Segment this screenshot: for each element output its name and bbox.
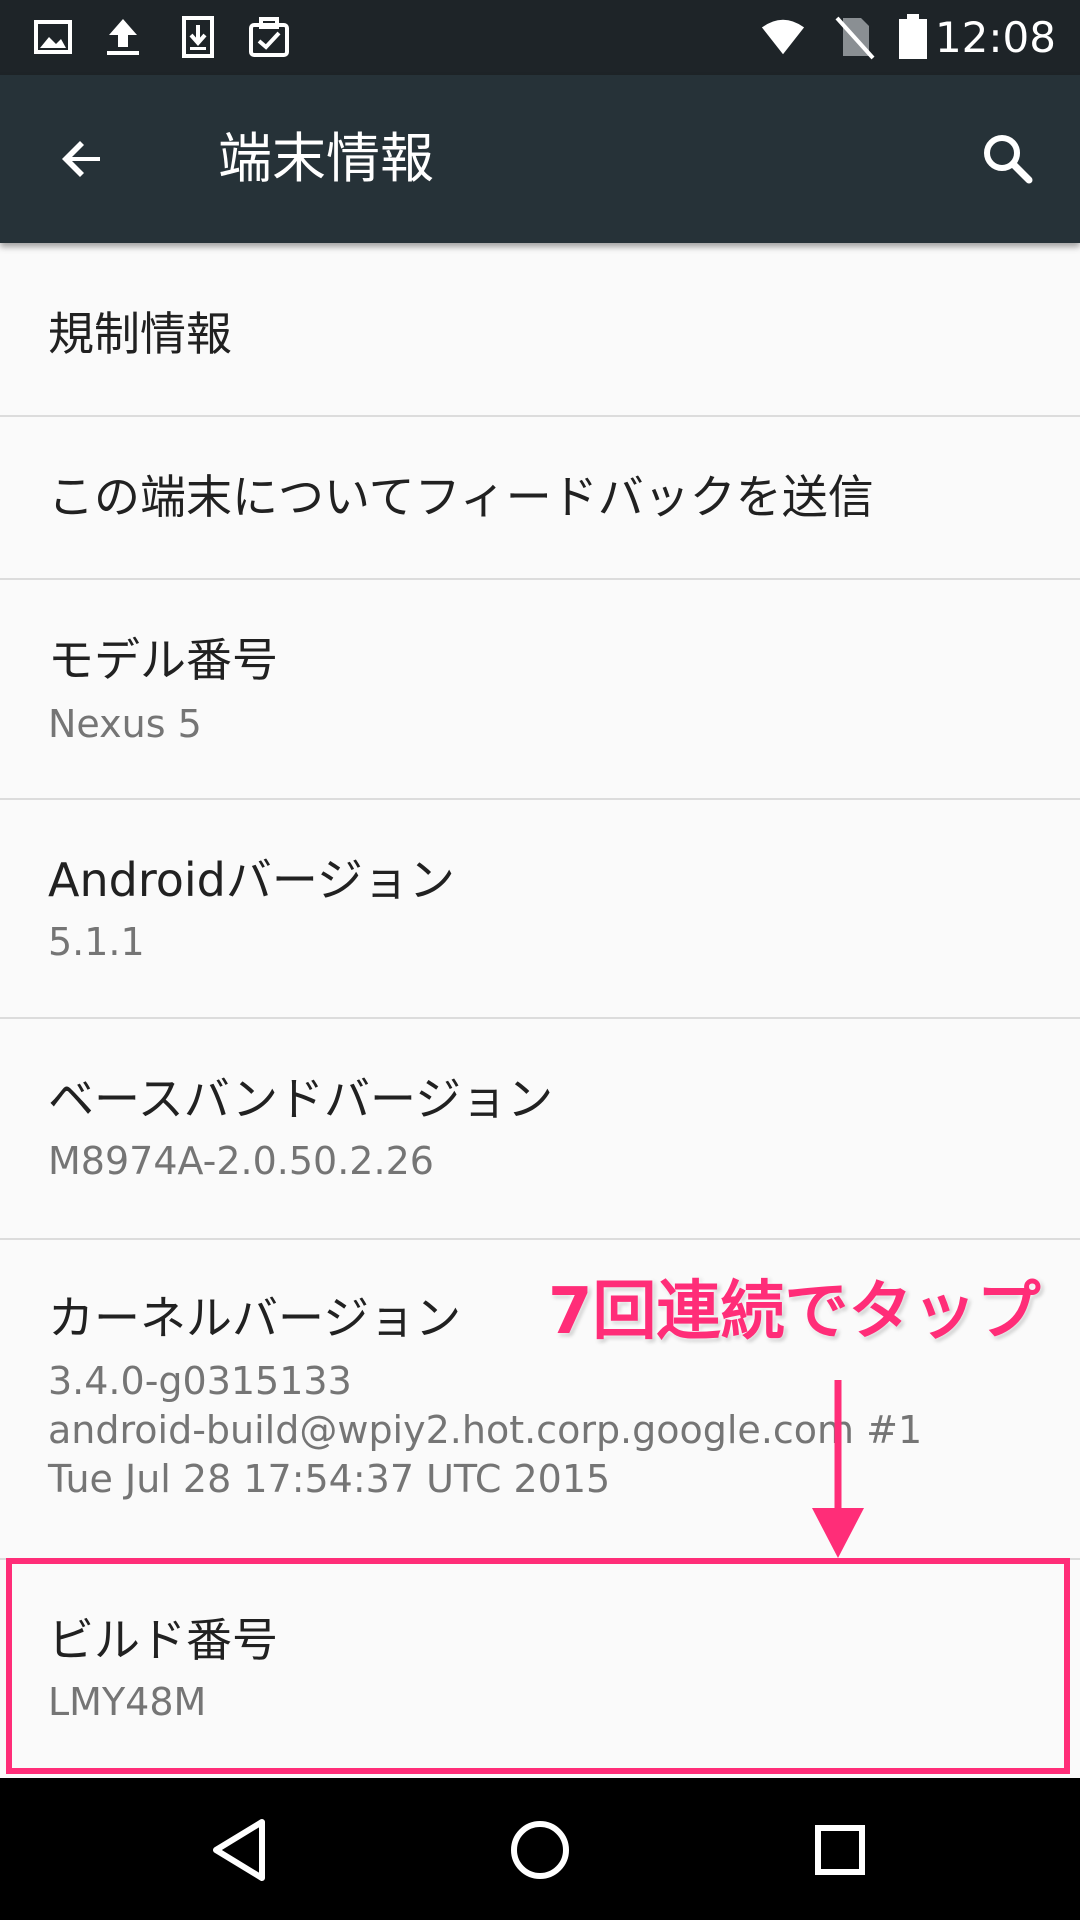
battery-icon xyxy=(890,14,936,60)
tap-instruction-callout: 7回連続でタップ xyxy=(548,1275,1041,1349)
item-title: モデル番号 xyxy=(48,633,278,687)
wifi-icon xyxy=(760,14,806,60)
app-bar: 端末情報 xyxy=(0,75,1080,243)
item-title: ベースバンドバージョン xyxy=(48,1072,554,1126)
list-item-android-version[interactable]: Androidバージョン 5.1.1 xyxy=(0,800,1080,1019)
item-summary-line: Tue Jul 28 17:54:37 UTC 2015 xyxy=(48,1457,611,1501)
clipboard-check-icon xyxy=(246,14,292,60)
search-icon[interactable] xyxy=(972,123,1044,195)
image-icon xyxy=(30,14,76,60)
item-title: この端末についてフィードバックを送信 xyxy=(48,470,874,524)
page-title: 端末情報 xyxy=(218,127,434,190)
item-summary: 5.1.1 xyxy=(48,920,145,964)
back-triangle-icon[interactable] xyxy=(202,1812,278,1888)
item-title: 規制情報 xyxy=(48,307,232,361)
arrow-left-icon[interactable] xyxy=(48,123,120,195)
highlight-box xyxy=(6,1558,1070,1774)
upload-icon xyxy=(100,14,146,60)
item-title: カーネルバージョン xyxy=(48,1291,462,1345)
list-item-regulatory[interactable]: 規制情報 xyxy=(0,250,1080,417)
clock: 12:08 xyxy=(934,13,1056,62)
status-bar: 12:08 xyxy=(0,0,1080,75)
item-summary: M8974A-2.0.50.2.26 xyxy=(48,1139,434,1183)
item-title: Androidバージョン xyxy=(48,853,455,907)
list-item-feedback[interactable]: この端末についてフィードバックを送信 xyxy=(0,417,1080,580)
item-summary-line: android-build@wpiy2.hot.corp.google.com … xyxy=(48,1408,923,1452)
recents-square-icon[interactable] xyxy=(802,1812,878,1888)
list-item-baseband-version[interactable]: ベースバンドバージョン M8974A-2.0.50.2.26 xyxy=(0,1019,1080,1240)
navigation-bar xyxy=(0,1778,1080,1920)
item-summary-line: 3.4.0-g0315133 xyxy=(48,1359,352,1403)
download-icon xyxy=(175,14,221,60)
list-item-model-number[interactable]: モデル番号 Nexus 5 xyxy=(0,580,1080,800)
home-circle-icon[interactable] xyxy=(502,1812,578,1888)
item-summary: Nexus 5 xyxy=(48,702,202,746)
settings-list: 規制情報 この端末についてフィードバックを送信 モデル番号 Nexus 5 An… xyxy=(0,250,1080,1776)
no-sim-icon xyxy=(832,14,878,60)
